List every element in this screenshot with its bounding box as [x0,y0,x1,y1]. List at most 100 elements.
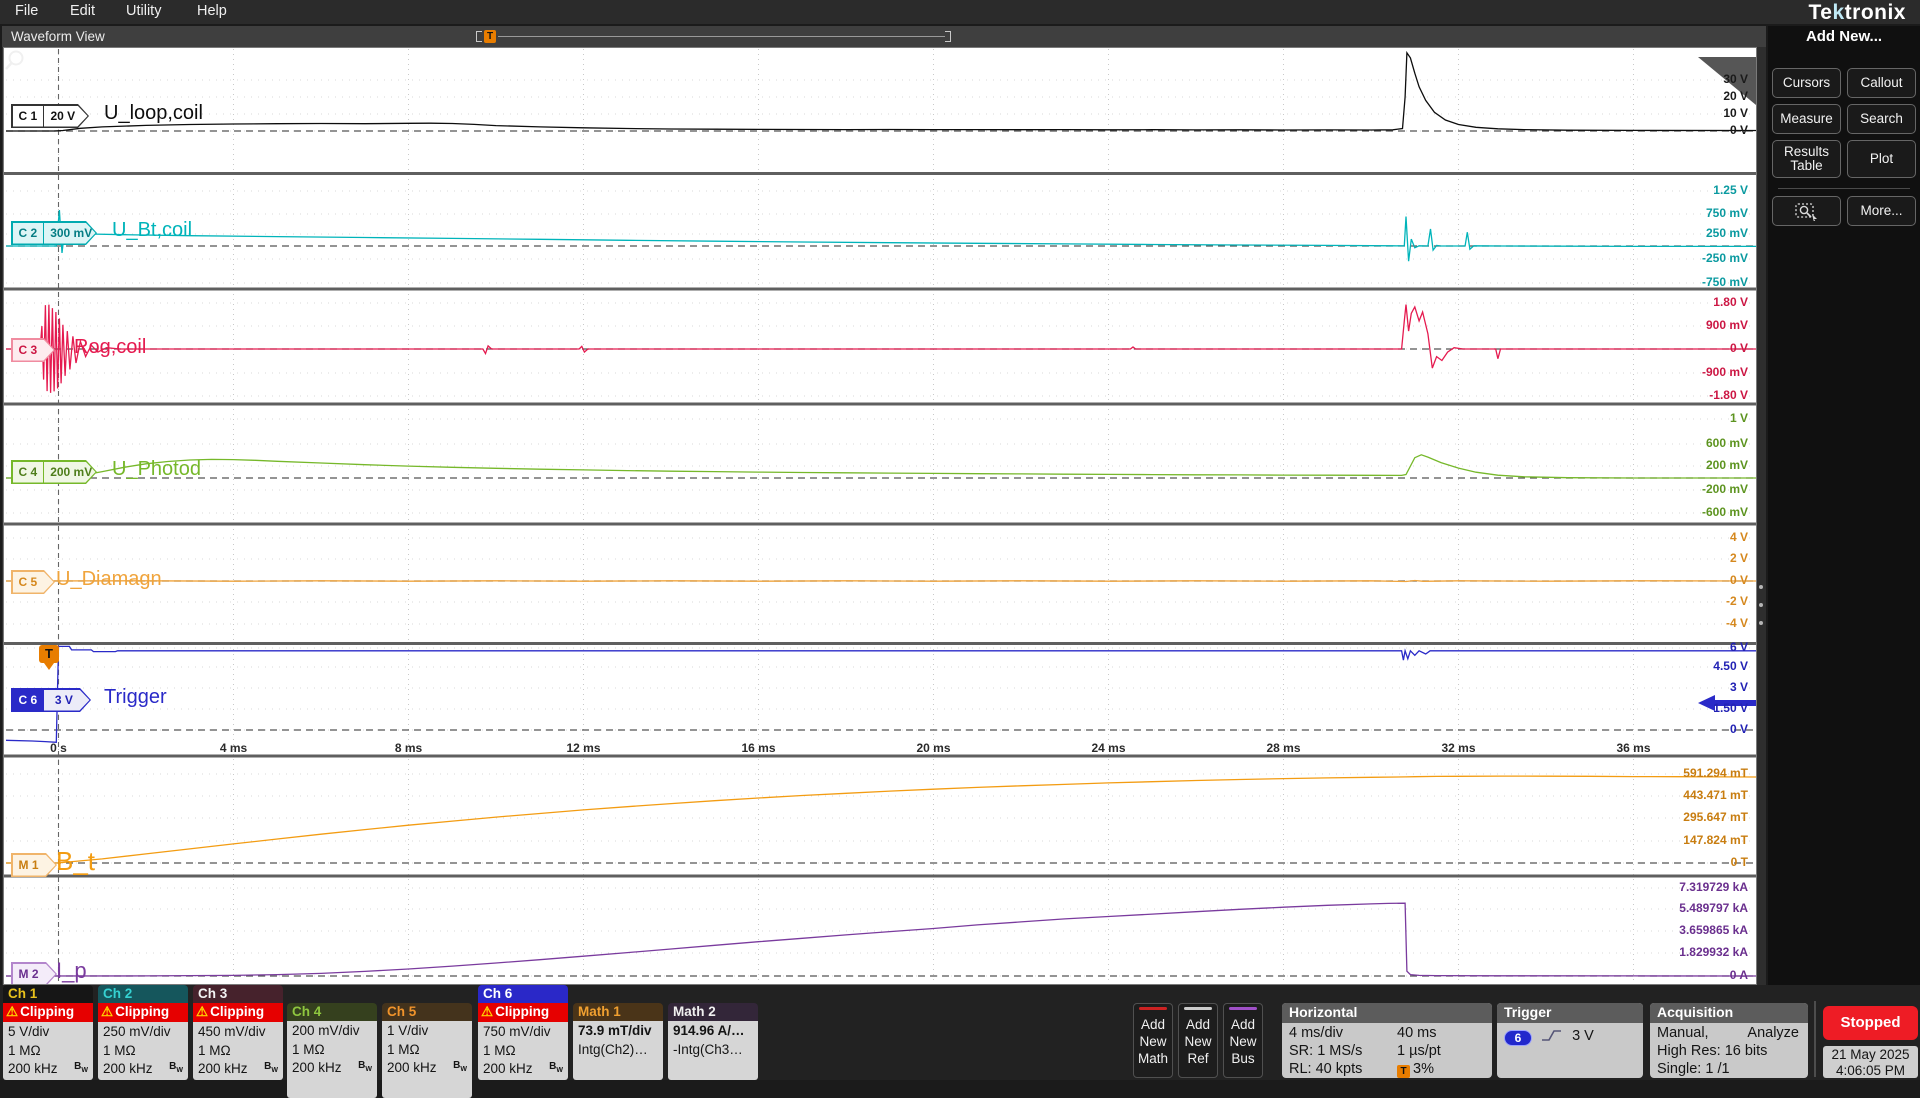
badge-segment: C 4 [13,462,44,483]
channel-name-c1[interactable]: U_loop,coil [104,102,203,125]
view-title: Waveform View [11,29,105,44]
channel-badge-c2[interactable]: C 2300 mV [11,221,97,245]
bandwidth-icon: BW [169,1058,183,1080]
trigger-level-value: 3 V [1572,1028,1594,1044]
more-button[interactable]: More... [1847,196,1916,226]
channel-settings-badge-ch1[interactable]: Ch 1⚠Clipping5 V/div1 MΩ200 kHzBW [3,985,93,1080]
record-bar-left-bracket [476,31,482,42]
trigger-panel[interactable]: Trigger 6 3 V [1497,1003,1643,1078]
waveform-trace-m2 [6,903,1756,976]
run-stop-status-button[interactable]: Stopped [1823,1006,1918,1040]
channel-name-c3[interactable]: Rog,coil [74,336,146,359]
badge-segment: 3 V [43,690,89,711]
channel-badge-title: Ch 6 [478,985,568,1003]
clipping-banner: ⚠Clipping [478,1003,568,1022]
scale-tick-c3-3: -900 mV [1638,365,1748,379]
acquisition-panel[interactable]: Acquisition Manual,Analyze High Res: 16 … [1650,1003,1808,1078]
menu-edit[interactable]: Edit [70,3,95,19]
menu-file[interactable]: File [15,3,38,19]
accent-line [1184,1007,1212,1010]
plot-button[interactable]: Plot [1847,140,1916,178]
channel-name-c4[interactable]: U_Photod [112,458,201,481]
measure-button[interactable]: Measure [1772,104,1841,134]
channel-badge-c6[interactable]: C 63 V [11,688,91,712]
cursors-button[interactable]: Cursors [1772,68,1841,98]
badge-segment: 20 V [43,106,87,127]
channel-settings-badge-ch6[interactable]: Ch 6⚠Clipping750 mV/div1 MΩ200 kHzBW [478,985,568,1080]
badge-segment: C 5 [13,572,44,593]
x-axis-label-7: 28 ms [1260,741,1308,755]
bandwidth-icon: BW [264,1058,278,1080]
scale-tick-m1-1: 443.471 mT [1638,788,1748,802]
record-bar-right-bracket [945,31,951,42]
acquisition-analyze: Analyze [1747,1024,1799,1042]
add-new-bus-button[interactable]: AddNewBus [1223,1003,1263,1078]
x-axis-label-1: 4 ms [210,741,258,755]
menu-bar: File Edit Utility Help Tektronix [0,0,1920,24]
waveform-trace-c3 [6,305,1756,393]
menu-help[interactable]: Help [197,3,227,19]
waveform-plot-area[interactable]: T 30 V20 V10 V0 VC 120 VU_loop,coil1.25 … [3,47,1757,985]
scale-tick-c2-0: 1.25 V [1638,183,1748,197]
trigger-time-marker-icon[interactable]: T [39,645,59,663]
clipping-label: Clipping [115,1004,169,1019]
badge-segment: C 6 [13,690,44,711]
right-sidebar: Add New... Cursors Callout Measure Searc… [1768,26,1920,985]
channel-setting-row: 200 kHzBW [8,1060,88,1079]
scale-tick-c6-1: 4.50 V [1638,659,1748,673]
channel-setting-row: 200 kHzBW [387,1059,467,1078]
scale-tick-c4-0: 1 V [1638,411,1748,425]
acquisition-mode: Manual, [1657,1025,1709,1041]
channel-settings-badge-ch5[interactable]: Ch 51 V/div1 MΩ200 kHzBW [382,1003,472,1098]
x-axis-label-6: 24 ms [1085,741,1133,755]
scale-tick-c2-3: -250 mV [1638,251,1748,265]
menu-utility[interactable]: Utility [126,3,161,19]
channel-setting-row: 450 mV/div [198,1023,278,1042]
math-badge-1[interactable]: Math 173.9 mT/divIntg(Ch2)… [573,1003,663,1080]
magnifier-icon [4,48,30,74]
horizontal-resolution: 1 µs/pt [1397,1042,1441,1060]
splitter-grip-handle[interactable] [1758,585,1764,645]
horizontal-scale: 4 ms/div [1289,1025,1343,1041]
channel-settings-badge-ch2[interactable]: Ch 2⚠Clipping250 mV/div1 MΩ200 kHzBW [98,985,188,1080]
scale-tick-c4-4: -600 mV [1638,505,1748,519]
zoom-select-icon [1794,201,1820,221]
results-table-button[interactable]: Results Table [1772,140,1841,178]
acquisition-highres: High Res: 16 bits [1657,1042,1801,1060]
channel-settings-badge-ch3[interactable]: Ch 3⚠Clipping450 mV/div1 MΩ200 kHzBW [193,985,283,1080]
scale-tick-c3-0: 1.80 V [1638,295,1748,309]
math-scale-value: 914.96 A/… [673,1022,753,1041]
math-function: Intg(Ch2)… [578,1041,658,1060]
scale-tick-m2-1: 5.489797 kA [1638,901,1748,915]
channel-setting-row: 200 kHzBW [483,1060,563,1079]
channel-badge-title: Ch 2 [98,985,188,1003]
zoom-select-button[interactable] [1772,196,1841,226]
horizontal-panel-title: Horizontal [1282,1003,1492,1023]
scale-tick-c6-3: 1.50 V [1638,701,1748,715]
channel-badge-c1[interactable]: C 120 V [11,104,89,128]
scale-tick-c2-2: 250 mV [1638,226,1748,240]
horizontal-panel[interactable]: Horizontal 4 ms/div40 ms SR: 1 MS/s1 µs/… [1282,1003,1492,1078]
math-badge-2[interactable]: Math 2914.96 A/…-Intg(Ch3… [668,1003,758,1080]
scale-tick-m1-3: 147.824 mT [1638,833,1748,847]
x-axis-label-8: 32 ms [1435,741,1483,755]
scale-tick-c1-0: 30 V [1638,72,1748,86]
waveform-trace-c2 [6,210,1756,261]
channel-name-c2[interactable]: U_Bt,coil [112,219,192,242]
channel-settings-badge-ch4[interactable]: Ch 4200 mV/div1 MΩ200 kHzBW [287,1003,377,1098]
badge-segment: M 2 [13,964,45,985]
scale-tick-c5-0: 4 V [1638,530,1748,544]
date-value: 21 May 2025 [1823,1047,1918,1063]
channel-badge-c4[interactable]: C 4200 mV [11,460,97,484]
channel-name-m1[interactable]: B_t [56,846,95,877]
search-button[interactable]: Search [1847,104,1916,134]
record-trigger-position-icon[interactable]: T [484,30,496,43]
add-new-math-button[interactable]: AddNewMath [1133,1003,1173,1078]
channel-name-c6[interactable]: Trigger [104,686,167,709]
callout-button[interactable]: Callout [1847,68,1916,98]
add-new-label-line: Add [1224,1017,1262,1034]
add-new-ref-button[interactable]: AddNewRef [1178,1003,1218,1078]
channel-name-c5[interactable]: U_Diamagn [56,568,162,591]
scale-tick-c4-3: -200 mV [1638,482,1748,496]
channel-name-m2[interactable]: I_p [56,958,87,984]
